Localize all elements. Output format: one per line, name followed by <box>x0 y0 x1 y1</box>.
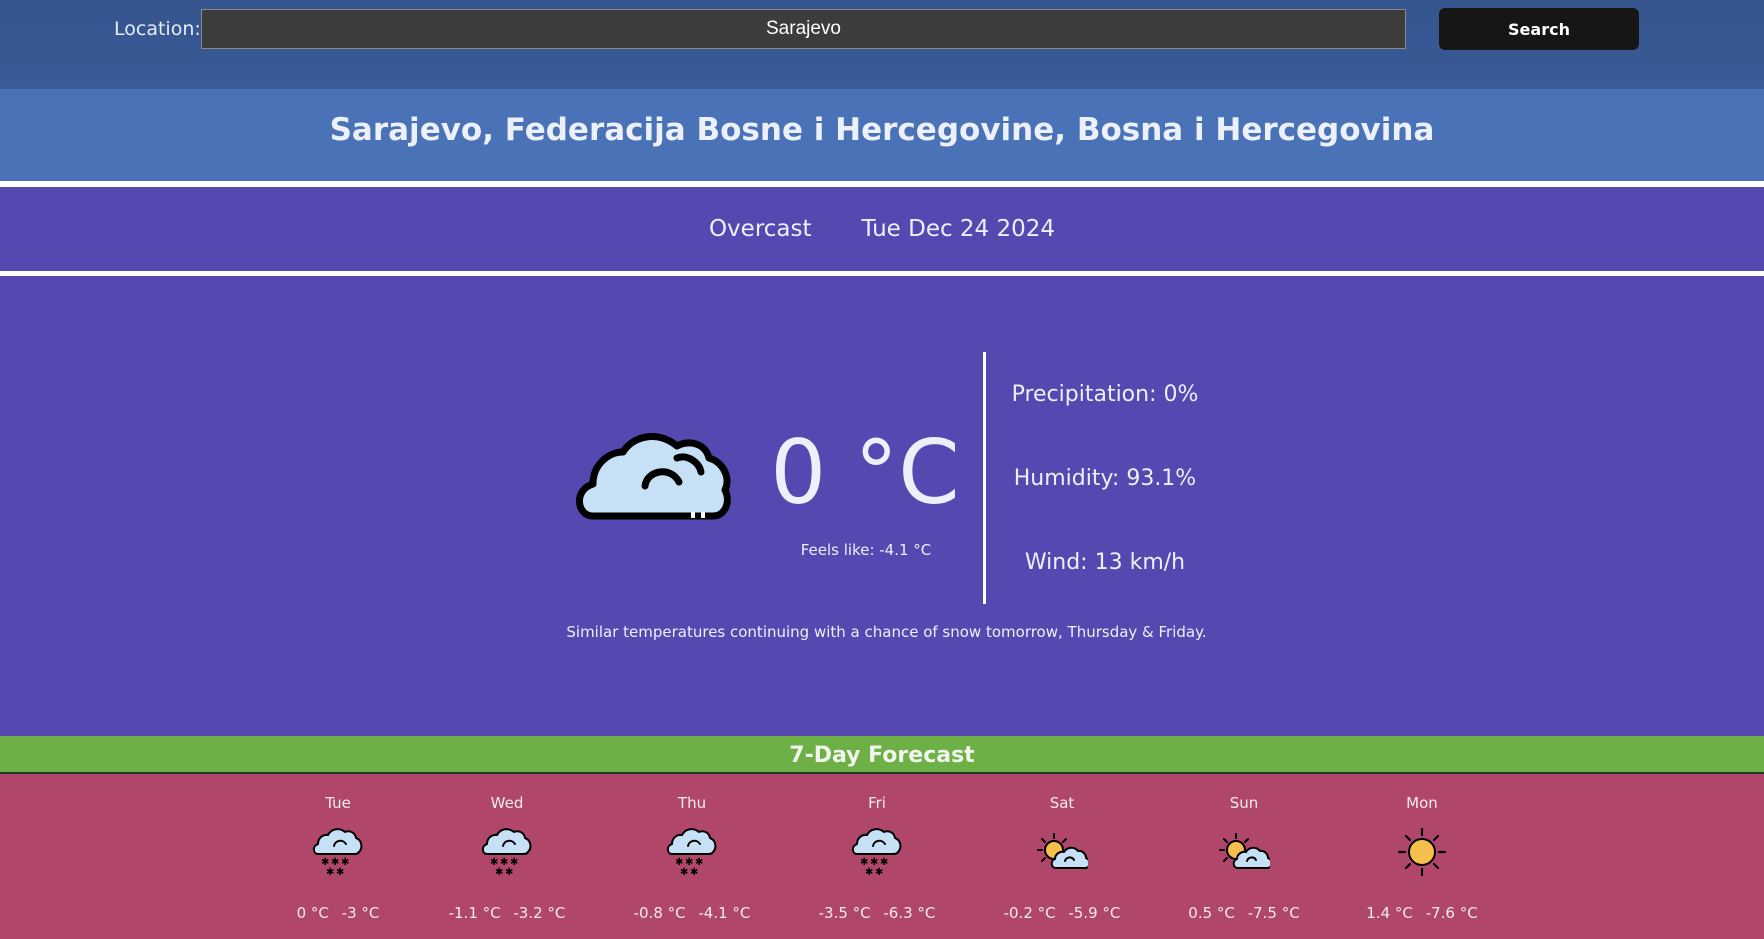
snow-cloud-icon <box>851 828 902 878</box>
condition-bar: Overcast Tue Dec 24 2024 <box>0 187 1764 271</box>
forecast-low: -3 °C <box>341 904 380 922</box>
search-button[interactable]: Search <box>1439 8 1639 50</box>
forecast-day-name: Tue <box>325 794 351 812</box>
forecast-summary: Similar temperatures continuing with a c… <box>566 623 1207 641</box>
precipitation: Precipitation: 0% <box>1011 382 1199 407</box>
forecast-high: -1.1 °C <box>448 904 501 922</box>
partly-cloudy-icon <box>1219 833 1270 869</box>
humidity: Humidity: 93.1% <box>1013 466 1197 491</box>
vertical-divider <box>983 352 986 604</box>
location-input[interactable] <box>201 9 1406 49</box>
forecast-high: 0 °C <box>296 904 329 922</box>
condition-text: Overcast <box>708 216 812 242</box>
forecast-high: -0.8 °C <box>633 904 686 922</box>
forecast-low: -4.1 °C <box>698 904 751 922</box>
snow-cloud-icon <box>481 828 532 878</box>
forecast-high: 1.4 °C <box>1366 904 1413 922</box>
feels-like: Feels like: -4.1 °C <box>800 541 932 559</box>
forecast-low: -3.2 °C <box>513 904 566 922</box>
forecast-day-name: Mon <box>1406 794 1438 812</box>
snow-cloud-icon <box>312 828 363 878</box>
wind: Wind: 13 km/h <box>1024 550 1186 575</box>
forecast-low: -7.6 °C <box>1425 904 1478 922</box>
forecast-day-name: Thu <box>677 794 707 812</box>
date-text: Tue Dec 24 2024 <box>861 216 1056 242</box>
snow-cloud-icon <box>666 828 717 878</box>
forecast-low: -7.5 °C <box>1247 904 1300 922</box>
cloud-icon <box>576 433 731 520</box>
sun-icon <box>1397 827 1447 877</box>
location-title: Sarajevo, Federacija Bosne i Hercegovine… <box>0 89 1764 181</box>
forecast-high: -3.5 °C <box>818 904 871 922</box>
location-label: Location: <box>114 18 201 40</box>
forecast-day-name: Sun <box>1229 794 1259 812</box>
forecast-day-name: Wed <box>490 794 524 812</box>
current-temperature: 0 °C <box>770 421 960 524</box>
search-bar: Location: Search <box>0 0 1764 89</box>
forecast-title: 7-Day Forecast <box>0 736 1764 773</box>
forecast-low: -5.9 °C <box>1068 904 1121 922</box>
forecast-high: 0.5 °C <box>1188 904 1235 922</box>
forecast-day-name: Sat <box>1049 794 1075 812</box>
forecast-day-name: Fri <box>868 794 886 812</box>
partly-cloudy-icon <box>1037 833 1088 869</box>
forecast-high: -0.2 °C <box>1003 904 1056 922</box>
forecast-low: -6.3 °C <box>883 904 936 922</box>
